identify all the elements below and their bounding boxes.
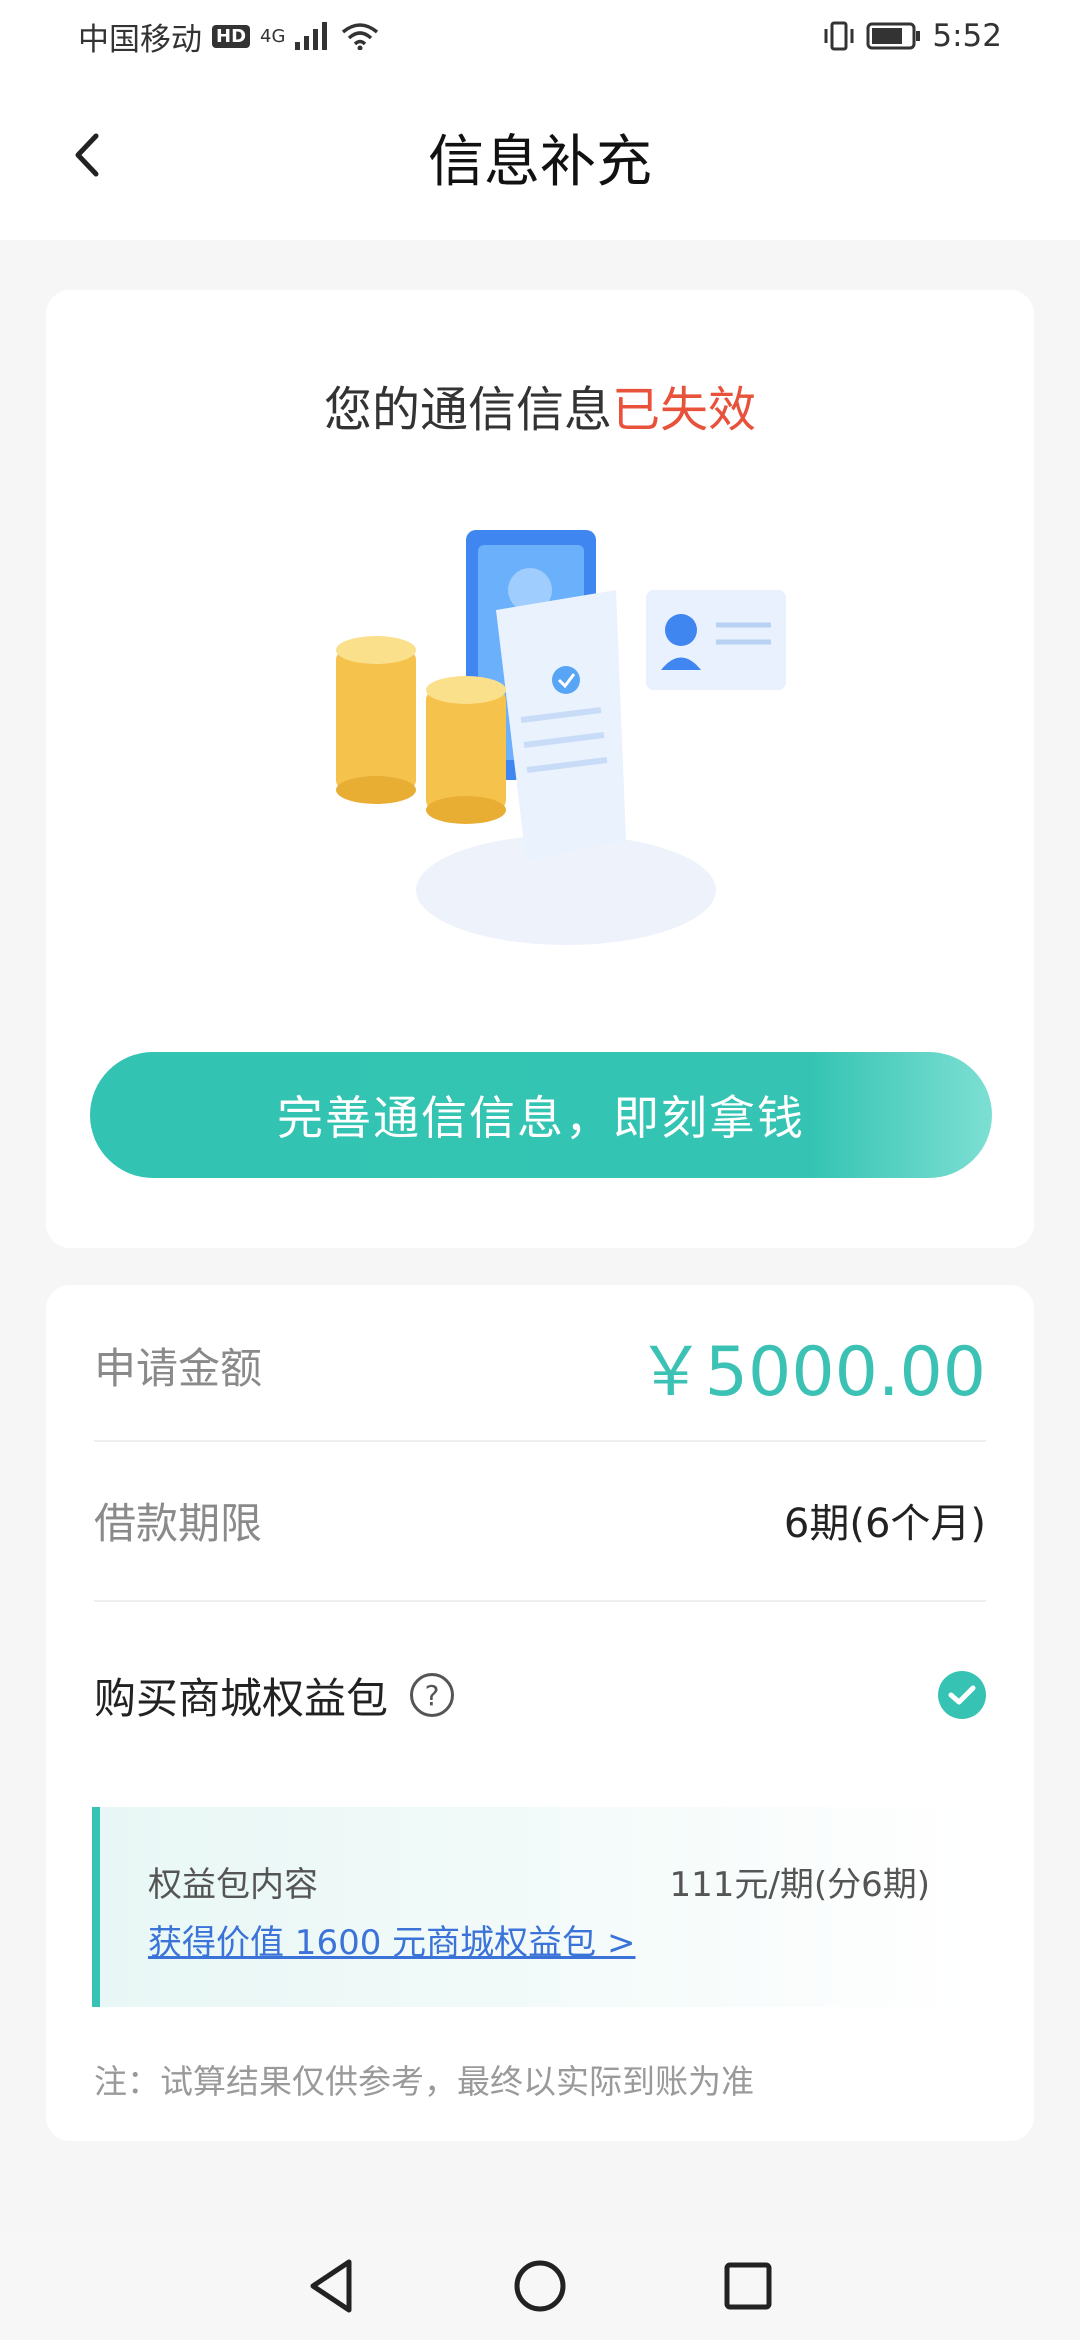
loan-details-card: 申请金额 ￥5000.00 借款期限 6期(6个月) 购买商城权益包 ? 权益包…	[46, 1285, 1034, 2141]
status-card: 您的通信信息已失效 完善通信信息，即刻拿钱	[46, 290, 1034, 1248]
amount-row: 申请金额 ￥5000.00	[94, 1305, 986, 1425]
notice-status: 已失效	[612, 382, 757, 438]
home-circle-icon[interactable]	[512, 2258, 568, 2314]
recents-square-icon[interactable]	[723, 2261, 773, 2311]
divider	[94, 1440, 986, 1442]
package-link[interactable]: 获得价值 1600 元商城权益包 >	[148, 1915, 635, 1964]
coin-stack-right	[426, 676, 506, 824]
phone-coins-illustration	[336, 530, 786, 945]
package-checkbox[interactable]	[938, 1671, 986, 1719]
network-label: 4G	[260, 25, 286, 47]
question-icon[interactable]: ?	[410, 1673, 455, 1717]
signal-icon	[295, 22, 328, 50]
package-content-box: 权益包内容 111元/期(分6期) 获得价值 1600 元商城权益包 >	[92, 1807, 970, 2007]
back-triangle-icon[interactable]	[307, 2258, 357, 2314]
wifi-icon	[342, 23, 379, 50]
navigation-bar: 信息补充	[0, 72, 1080, 240]
status-right: 5:52	[822, 18, 1002, 54]
coin-stack-left	[336, 636, 416, 804]
hd-badge: HD	[212, 24, 251, 48]
package-label-group: 购买商城权益包 ?	[94, 1665, 455, 1726]
checkmark-icon	[948, 1685, 976, 1705]
term-value: 6期(6个月)	[783, 1501, 986, 1547]
status-bar: 中国移动 HD 4G 5:52	[0, 0, 1080, 72]
package-label: 购买商城权益包	[94, 1673, 389, 1723]
term-label: 借款期限	[94, 1498, 263, 1548]
disclaimer-note: 注：试算结果仅供参考，最终以实际到账为准	[94, 2062, 754, 2101]
divider	[94, 1600, 986, 1602]
amount-value: ￥5000.00	[636, 1332, 986, 1412]
package-price: 111元/期(分6期)	[669, 1865, 930, 1905]
info-status-notice: 您的通信信息已失效	[46, 370, 1034, 440]
page-title: 信息补充	[428, 130, 652, 195]
notice-text: 您的通信信息	[323, 382, 612, 438]
clock: 5:52	[932, 18, 1002, 54]
status-left: 中国移动 HD 4G	[78, 14, 379, 59]
vibrate-icon	[824, 21, 854, 51]
battery-icon	[866, 22, 921, 50]
package-row: 购买商城权益包 ?	[94, 1645, 986, 1745]
complete-info-button[interactable]: 完善通信信息，即刻拿钱	[90, 1052, 992, 1178]
term-row[interactable]: 借款期限 6期(6个月)	[94, 1455, 986, 1585]
carrier-label: 中国移动	[78, 21, 202, 58]
package-content-title: 权益包内容	[148, 1865, 318, 1905]
amount-label: 申请金额	[94, 1343, 263, 1393]
system-navigation-bar	[0, 2232, 1080, 2340]
